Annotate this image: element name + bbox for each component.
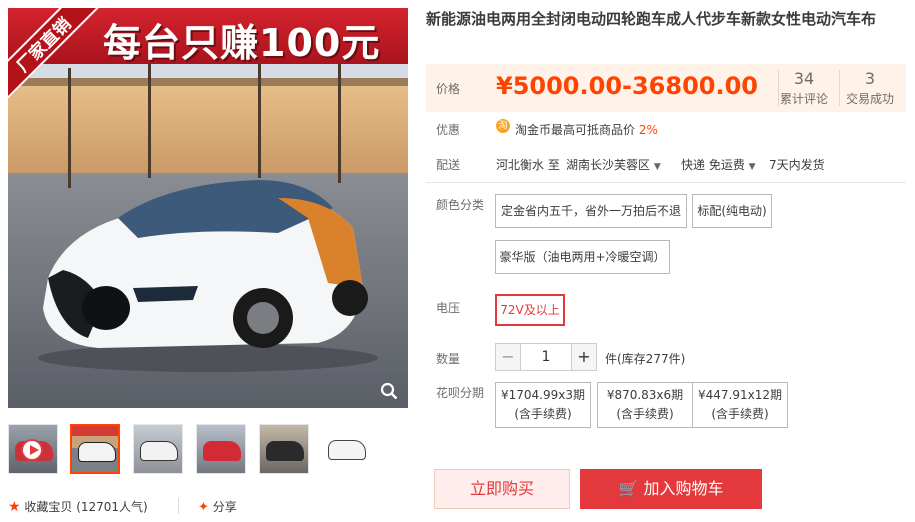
quantity-input[interactable]: 1: [521, 343, 571, 371]
price-box: 价格 ¥5000.00-36800.00 34 累计评论 3 交易成功: [426, 64, 906, 112]
taojinbi-coin-icon: 淘: [496, 119, 510, 133]
quantity-minus-button[interactable]: −: [495, 343, 521, 371]
voltage-label: 电压: [436, 301, 461, 315]
thumbnail-3[interactable]: [196, 424, 246, 474]
ship-time: 7天内发货: [769, 158, 825, 172]
photo-scene: 每台只赚100元 厂家直销: [8, 8, 408, 408]
plan-amount: ¥1704.99x3期: [501, 388, 585, 402]
quantity-label: 数量: [436, 352, 461, 366]
promo-percent: 2%: [638, 123, 658, 137]
buy-now-button[interactable]: 立即购买: [434, 469, 570, 509]
sold-count: 3: [864, 69, 876, 88]
shipping-from: 河北衡水 至: [496, 158, 560, 172]
thumbnail-2[interactable]: [133, 424, 183, 474]
sold-label: 交易成功: [845, 92, 894, 106]
add-to-cart-button[interactable]: 🛒 加入购物车: [580, 469, 762, 509]
color-option-deluxe[interactable]: 豪华版（油电两用+冷暖空调）: [495, 240, 670, 274]
banner-text: 每台只赚100元: [103, 21, 381, 65]
stock-info: 件(库存277件): [605, 352, 686, 366]
color-option-deposit[interactable]: 定金省内五千，省外一万拍后不退: [495, 194, 687, 228]
plan-fee: (含手续费): [616, 407, 674, 421]
promo-text-main: 淘金币最高可抵商品价: [515, 123, 636, 137]
thumbnail-4[interactable]: [259, 424, 309, 474]
plan-fee: (含手续费): [711, 407, 769, 421]
promo-text: 淘金币最高可抵商品价 2%: [515, 121, 658, 138]
thumbnail-1[interactable]: [70, 424, 120, 474]
product-title: 新能源油电两用全封闭电动四轮跑车成人代步车新款女性电动汽车布: [426, 10, 877, 28]
star-icon: ★: [8, 499, 21, 515]
thumbnail-strip: [8, 424, 408, 476]
promo-label: 优惠: [436, 123, 461, 137]
shipping-label: 配送: [436, 158, 461, 172]
zoom-icon[interactable]: [380, 382, 398, 400]
color-option-standard[interactable]: 标配(纯电动): [692, 194, 772, 228]
reviews-label: 累计评论: [779, 92, 828, 106]
add-to-cart-label: 加入购物车: [643, 479, 724, 498]
installment-plan-12[interactable]: ¥447.91x12期 (含手续费): [692, 382, 788, 428]
divider: [178, 498, 179, 514]
quantity-plus-button[interactable]: +: [571, 343, 597, 371]
main-product-image[interactable]: 每台只赚100元 厂家直销: [8, 8, 408, 408]
shipping-destination[interactable]: 湖南长沙芙蓉区 ▼: [566, 156, 661, 173]
section-divider: [426, 182, 906, 183]
destination-text: 湖南长沙芙蓉区: [566, 158, 651, 172]
voltage-option-72v[interactable]: 72V及以上: [495, 294, 565, 326]
thumbnail-video[interactable]: [8, 424, 58, 474]
play-icon: [21, 439, 43, 461]
share-button[interactable]: ✦ 分享: [198, 498, 237, 515]
price-value: ¥5000.00-36800.00: [496, 72, 758, 100]
car-photo: [38, 180, 378, 372]
plan-amount: ¥447.91x12期: [698, 388, 782, 402]
cart-icon: 🛒: [618, 479, 639, 498]
sold-stat: 3 交易成功: [840, 69, 900, 107]
thumbnail-5[interactable]: [322, 424, 372, 474]
installment-plan-3[interactable]: ¥1704.99x3期 (含手续费): [495, 382, 591, 428]
share-icon: ✦: [198, 500, 209, 515]
reviews-count: 34: [793, 69, 815, 88]
favorite-button[interactable]: ★ 收藏宝贝 (12701人气): [8, 498, 148, 515]
chevron-down-icon: ▼: [748, 162, 756, 172]
price-label: 价格: [436, 82, 461, 96]
method-text: 快递 免运费: [681, 158, 745, 172]
shipping-method[interactable]: 快递 免运费 ▼: [681, 156, 756, 173]
installment-label: 花呗分期: [436, 386, 485, 400]
color-label: 颜色分类: [436, 198, 485, 212]
chevron-down-icon: ▼: [653, 162, 661, 172]
favorite-label: 收藏宝贝 (12701人气): [24, 500, 148, 514]
plan-fee: (含手续费): [514, 407, 572, 421]
reviews-stat[interactable]: 34 累计评论: [774, 69, 834, 107]
social-bar: ★ 收藏宝贝 (12701人气) ✦ 分享: [8, 496, 408, 518]
plan-amount: ¥870.83x6期: [606, 388, 684, 402]
share-label: 分享: [212, 500, 237, 514]
installment-plan-6[interactable]: ¥870.83x6期 (含手续费): [597, 382, 693, 428]
